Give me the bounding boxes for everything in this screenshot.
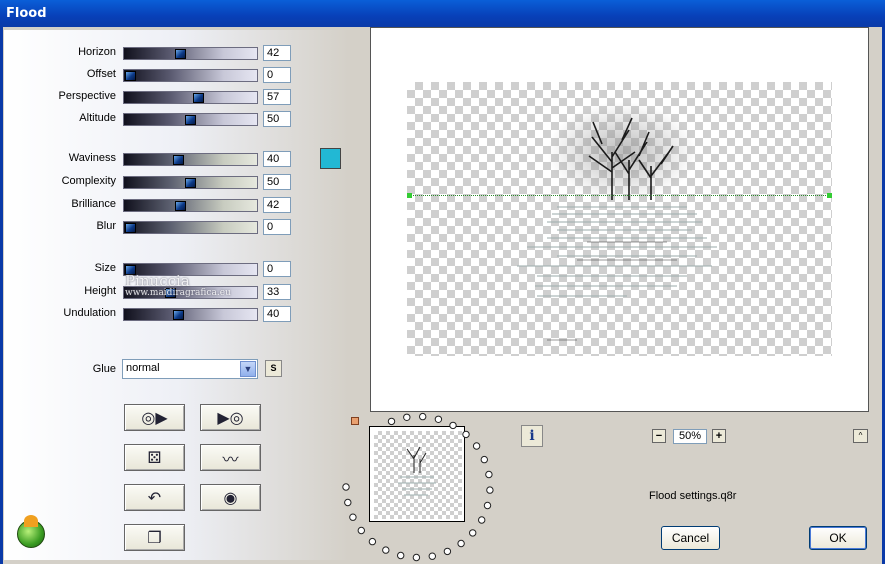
slider-row-undulation: Undulation 40: [0, 305, 360, 323]
preview-image: [517, 102, 717, 341]
slider-row-brilliance: Brilliance 42: [0, 196, 360, 214]
slider-offset[interactable]: [123, 69, 258, 82]
slider-label-offset: Offset: [86, 68, 116, 80]
slider-thumb-waviness[interactable]: [173, 155, 184, 165]
slider-horizon[interactable]: [123, 47, 258, 60]
randomize-button[interactable]: ⚄: [124, 444, 185, 471]
scroll-up-button[interactable]: ^: [853, 429, 868, 443]
glue-label: Glue: [92, 363, 116, 375]
value-field-horizon[interactable]: 42: [263, 45, 291, 61]
slider-label-perspective: Perspective: [58, 90, 116, 102]
color-swatch[interactable]: [320, 148, 341, 169]
glue-s-button[interactable]: S: [265, 360, 282, 377]
ok-button[interactable]: OK: [809, 526, 867, 550]
next-preset-icon: ▶◎: [217, 409, 244, 427]
slider-label-brilliance: Brilliance: [71, 198, 116, 210]
navigator-thumbnail[interactable]: [369, 426, 465, 522]
horizon-line[interactable]: [407, 193, 832, 198]
slider-thumb-blur[interactable]: [125, 223, 136, 233]
value-field-waviness[interactable]: 40: [263, 151, 291, 167]
settings-filename: Flood settings.q8r: [649, 490, 737, 502]
slider-brilliance[interactable]: [123, 199, 258, 212]
slider-blur[interactable]: [123, 221, 258, 234]
slider-row-complexity: Complexity 50: [0, 173, 360, 191]
nav-handle-icon[interactable]: [351, 417, 359, 425]
slider-thumb-brilliance[interactable]: [175, 201, 187, 211]
slider-thumb-altitude[interactable]: [185, 115, 196, 125]
slider-thumb-horizon[interactable]: [175, 49, 187, 59]
slider-label-undulation: Undulation: [63, 307, 116, 319]
value-field-complexity[interactable]: 50: [263, 174, 291, 190]
navigator-image: [398, 446, 436, 496]
value-field-offset[interactable]: 0: [263, 67, 291, 83]
watermark-url: www.maidiragrafica.eu: [125, 288, 231, 298]
slider-label-height: Height: [84, 285, 116, 297]
slider-altitude[interactable]: [123, 113, 258, 126]
prev-preset-button[interactable]: ◎▶: [124, 404, 185, 431]
value-field-height[interactable]: 33: [263, 284, 291, 300]
slider-row-perspective: Perspective 57: [0, 88, 360, 106]
glue-select-value: normal: [126, 362, 160, 374]
watermark: Pinuccia www.maidiragrafica.eu: [125, 274, 265, 299]
undo-icon: ↶: [147, 489, 162, 507]
reflection: [517, 206, 717, 297]
slider-waviness[interactable]: [123, 153, 258, 166]
navigator-canvas: [374, 431, 462, 519]
glue-select[interactable]: normal ▼: [122, 359, 258, 379]
value-field-perspective[interactable]: 57: [263, 89, 291, 105]
reset-button[interactable]: ◉: [200, 484, 261, 511]
slider-row-altitude: Altitude 50: [0, 110, 360, 128]
slider-thumb-undulation[interactable]: [173, 310, 184, 320]
preview-area[interactable]: [370, 27, 869, 412]
value-field-brilliance[interactable]: 42: [263, 197, 291, 213]
next-preset-button[interactable]: ▶◎: [200, 404, 261, 431]
info-button[interactable]: i: [521, 425, 543, 447]
slider-label-complexity: Complexity: [61, 175, 116, 187]
slider-row-offset: Offset 0: [0, 66, 360, 84]
undo-button[interactable]: ↶: [124, 484, 185, 511]
slider-perspective[interactable]: [123, 91, 258, 104]
ring-icon: ◉: [223, 489, 238, 507]
slider-undulation[interactable]: [123, 308, 258, 321]
slider-thumb-complexity[interactable]: [185, 178, 196, 188]
cancel-button[interactable]: Cancel: [661, 526, 720, 550]
slider-thumb-offset[interactable]: [125, 71, 136, 81]
zoom-out-button[interactable]: −: [652, 429, 666, 443]
preview-canvas: [407, 82, 832, 356]
wave-icon: 〰: [222, 451, 239, 469]
slider-label-size: Size: [94, 262, 116, 274]
value-field-size[interactable]: 0: [263, 261, 291, 277]
slider-complexity[interactable]: [123, 176, 258, 189]
slider-row-waviness: Waviness 40: [0, 150, 360, 168]
dice-icon: ⚄: [147, 449, 162, 467]
slider-label-waviness: Waviness: [68, 152, 116, 164]
value-field-blur[interactable]: 0: [263, 219, 291, 235]
slider-row-horizon: Horizon 42: [0, 44, 360, 62]
window-title: Flood: [0, 0, 885, 27]
slider-thumb-perspective[interactable]: [193, 93, 205, 103]
wave-button[interactable]: 〰: [200, 444, 261, 471]
slider-label-altitude: Altitude: [79, 112, 116, 124]
zoom-in-button[interactable]: +: [712, 429, 726, 443]
value-field-undulation[interactable]: 40: [263, 306, 291, 322]
app-logo-icon: [17, 515, 45, 548]
chevron-down-icon[interactable]: ▼: [240, 361, 256, 377]
copy-icon: ❐: [147, 529, 162, 547]
slider-label-blur: Blur: [96, 220, 116, 232]
value-field-altitude[interactable]: 50: [263, 111, 291, 127]
copy-button[interactable]: ❐: [124, 524, 185, 551]
slider-row-blur: Blur 0: [0, 218, 360, 236]
zoom-level: 50%: [673, 429, 707, 444]
slider-label-horizon: Horizon: [78, 46, 116, 58]
prev-preset-icon: ◎▶: [141, 409, 168, 427]
